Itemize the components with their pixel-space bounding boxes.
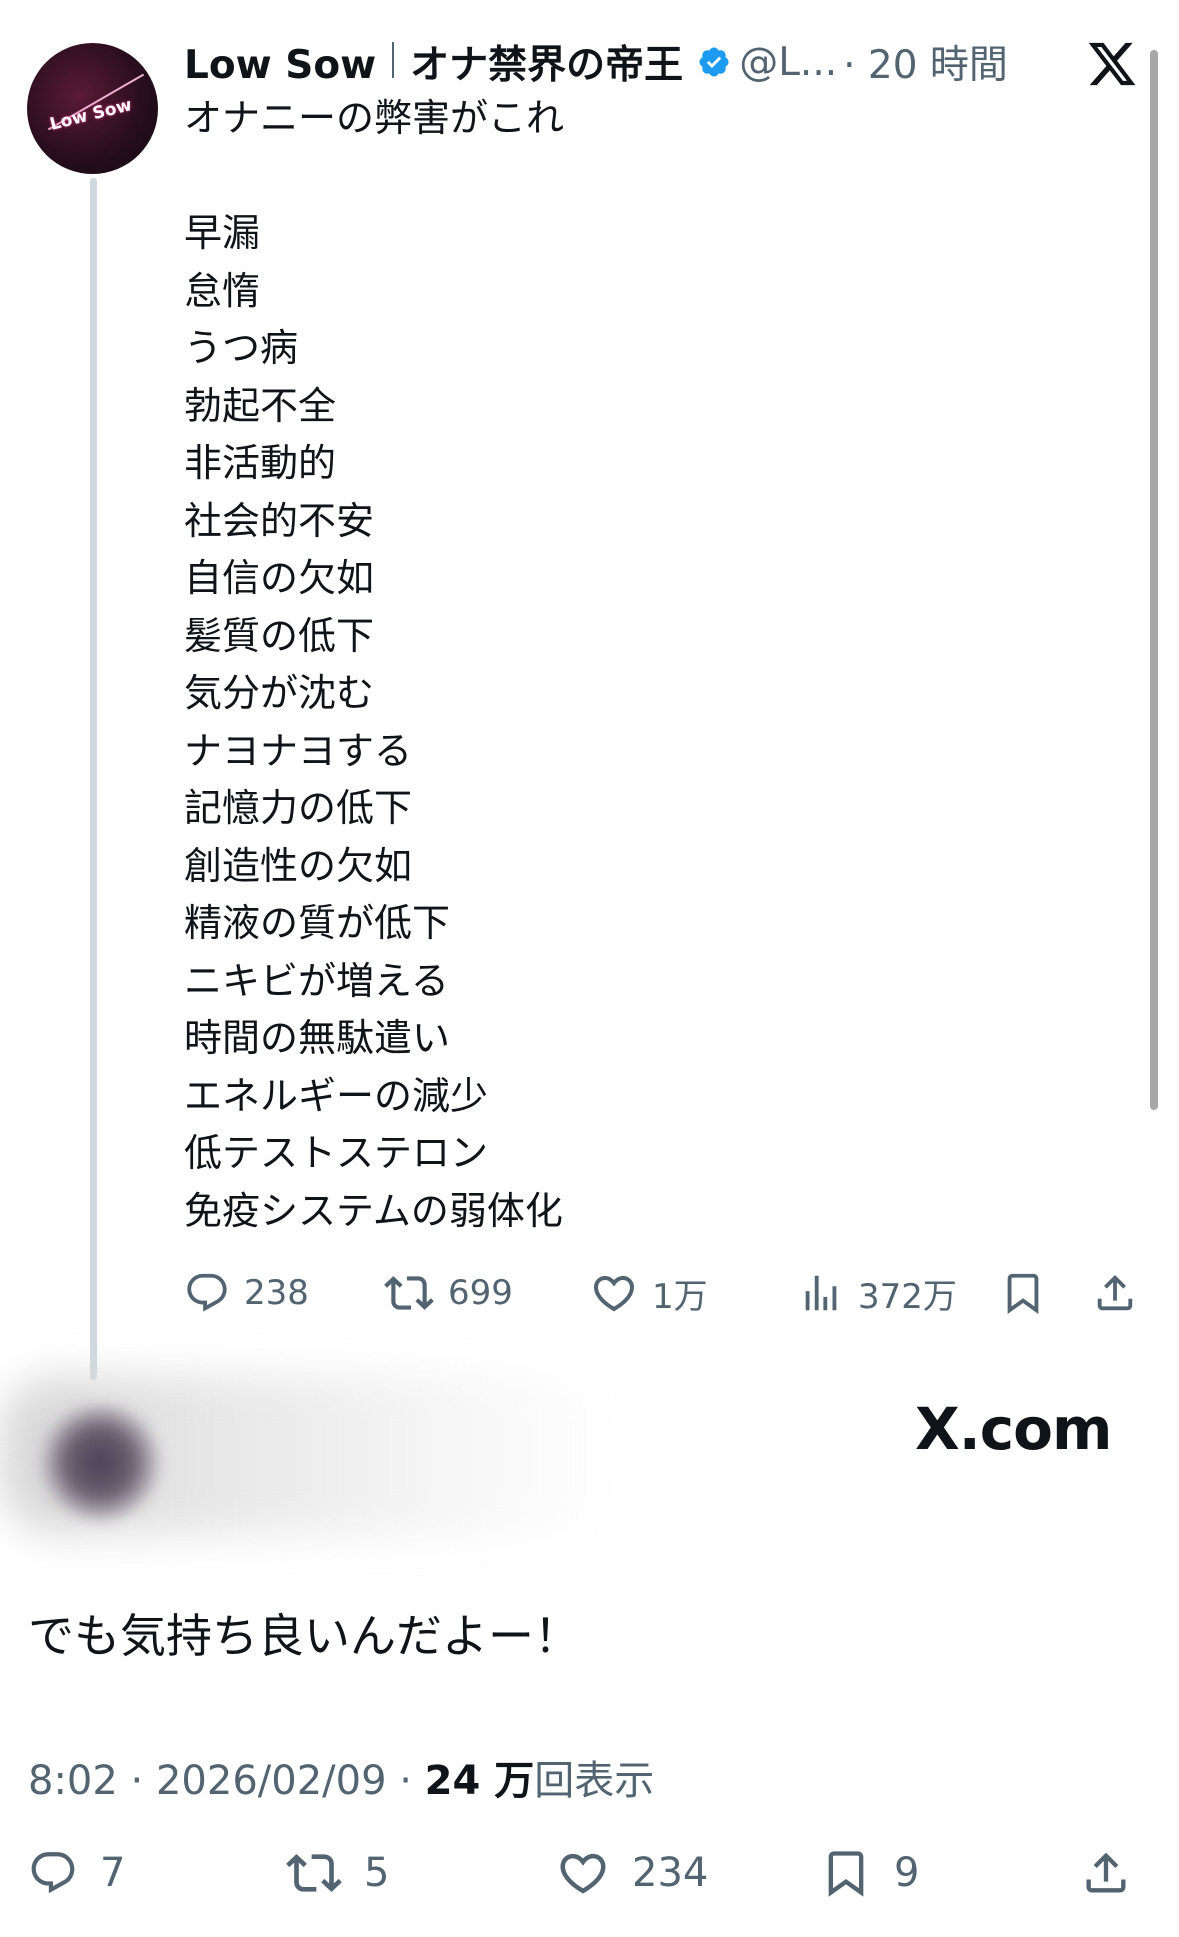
quoted-share-button[interactable] xyxy=(1092,1263,1152,1323)
bookmark-button[interactable]: 9 xyxy=(820,1838,919,1908)
tweet-text-line: ナヨナヨする xyxy=(184,728,413,773)
bookmark-icon xyxy=(1007,1273,1039,1314)
quoted-view-count: 372万 xyxy=(858,1276,957,1317)
repost-count: 5 xyxy=(364,1850,390,1896)
scrollbar[interactable] xyxy=(1150,50,1158,1110)
repost-icon xyxy=(384,1276,434,1310)
quoted-reply-button[interactable]: 238 xyxy=(184,1263,309,1323)
tweet-text-line: エネルギーの減少 xyxy=(184,1073,489,1118)
xcom-watermark: X.com xyxy=(915,1395,1112,1463)
tweet-text-line: オナニーの弊害がこれ xyxy=(184,96,565,140)
reply-icon xyxy=(31,1852,75,1894)
reply-count: 7 xyxy=(100,1850,126,1896)
bookmark-count: 9 xyxy=(894,1850,920,1896)
like-button[interactable]: 234 xyxy=(556,1838,708,1908)
quoted-reply-count: 238 xyxy=(244,1273,309,1313)
display-name-main: Low Sow xyxy=(184,43,377,88)
views-icon xyxy=(805,1275,837,1311)
avatar-logo-text: Low Sow xyxy=(47,95,134,135)
reply-view-count: 24 万 xyxy=(424,1758,535,1804)
quoted-like-button[interactable]: 1万 xyxy=(590,1263,708,1323)
quoted-tweet-text: オナニーの弊害がこれ 早漏怠惰うつ病勃起不全非活動的社会的不安自信の欠如髪質の低下… xyxy=(184,90,1084,1240)
reply-view-label: 回表示 xyxy=(534,1758,655,1804)
reply-text: でも気持ち良いんだよー！ xyxy=(28,1609,580,1663)
quoted-views-button[interactable]: 372万 xyxy=(798,1263,957,1323)
tweet-text-line: 創造性の欠如 xyxy=(184,843,413,888)
reply-timestamp[interactable]: 8:02 · 2026/02/09 · xyxy=(28,1758,425,1804)
x-logo-icon xyxy=(1086,38,1138,90)
name-separator xyxy=(392,42,395,78)
share-icon xyxy=(1086,1852,1126,1893)
tweet-text-line: 社会的不安 xyxy=(184,498,375,543)
verified-badge-icon xyxy=(697,45,731,79)
quoted-tweet-header: Low Sow オナ禁界の帝王 @L... · 20 時間 xyxy=(184,34,1008,90)
share-icon xyxy=(1097,1274,1133,1311)
tweet-text-line: 記憶力の低下 xyxy=(184,786,413,830)
tweet-text-line: 低テストステロン xyxy=(184,1131,489,1175)
tweet-text-line: 早漏 xyxy=(184,211,261,255)
tweet-text-line: 髪質の低下 xyxy=(184,613,375,658)
tweet-text-line: 怠惰 xyxy=(184,268,261,313)
thread-line xyxy=(90,178,97,1380)
reply-icon xyxy=(187,1273,227,1312)
tweet-text-line: 気分が沈む xyxy=(184,671,375,715)
tweet-text-line: 自信の欠如 xyxy=(184,556,375,600)
like-icon xyxy=(560,1853,606,1894)
tweet-text-line: 非活動的 xyxy=(184,441,337,485)
tweet-text-line: 勃起不全 xyxy=(184,383,337,428)
like-icon xyxy=(593,1276,635,1312)
quoted-handle[interactable]: @L... xyxy=(739,40,837,85)
display-name-suffix: オナ禁界の帝王 xyxy=(410,43,684,88)
quoted-like-count: 1万 xyxy=(652,1276,708,1317)
bookmark-icon xyxy=(828,1851,864,1897)
tweet-text-line: うつ病 xyxy=(184,326,299,370)
tweet-text-line: ニキビが増える xyxy=(184,958,449,1003)
repost-button[interactable]: 5 xyxy=(286,1838,389,1908)
like-count: 234 xyxy=(632,1850,709,1896)
repost-icon xyxy=(286,1854,342,1892)
quoted-display-name[interactable]: Low Sow オナ禁界の帝王 xyxy=(184,34,683,90)
tweet-text-line: 時間の無駄遣い xyxy=(184,1016,451,1060)
quoted-time[interactable]: · 20 時間 xyxy=(843,34,1008,90)
quoted-bookmark-button[interactable] xyxy=(1000,1263,1060,1323)
reply-meta: 8:02 · 2026/02/09 · 24 万回表示 xyxy=(28,1748,654,1806)
blurred-avatar[interactable] xyxy=(40,1405,160,1520)
quoted-repost-count: 699 xyxy=(448,1273,513,1313)
share-button[interactable] xyxy=(1080,1838,1154,1908)
quoted-repost-button[interactable]: 699 xyxy=(384,1263,513,1323)
quoted-avatar[interactable]: Low Sow xyxy=(27,43,158,174)
tweet-text-line: 免疫システムの弱体化 xyxy=(184,1188,563,1233)
reply-button[interactable]: 7 xyxy=(28,1838,125,1908)
tweet-text-line: 精液の質が低下 xyxy=(184,901,451,945)
